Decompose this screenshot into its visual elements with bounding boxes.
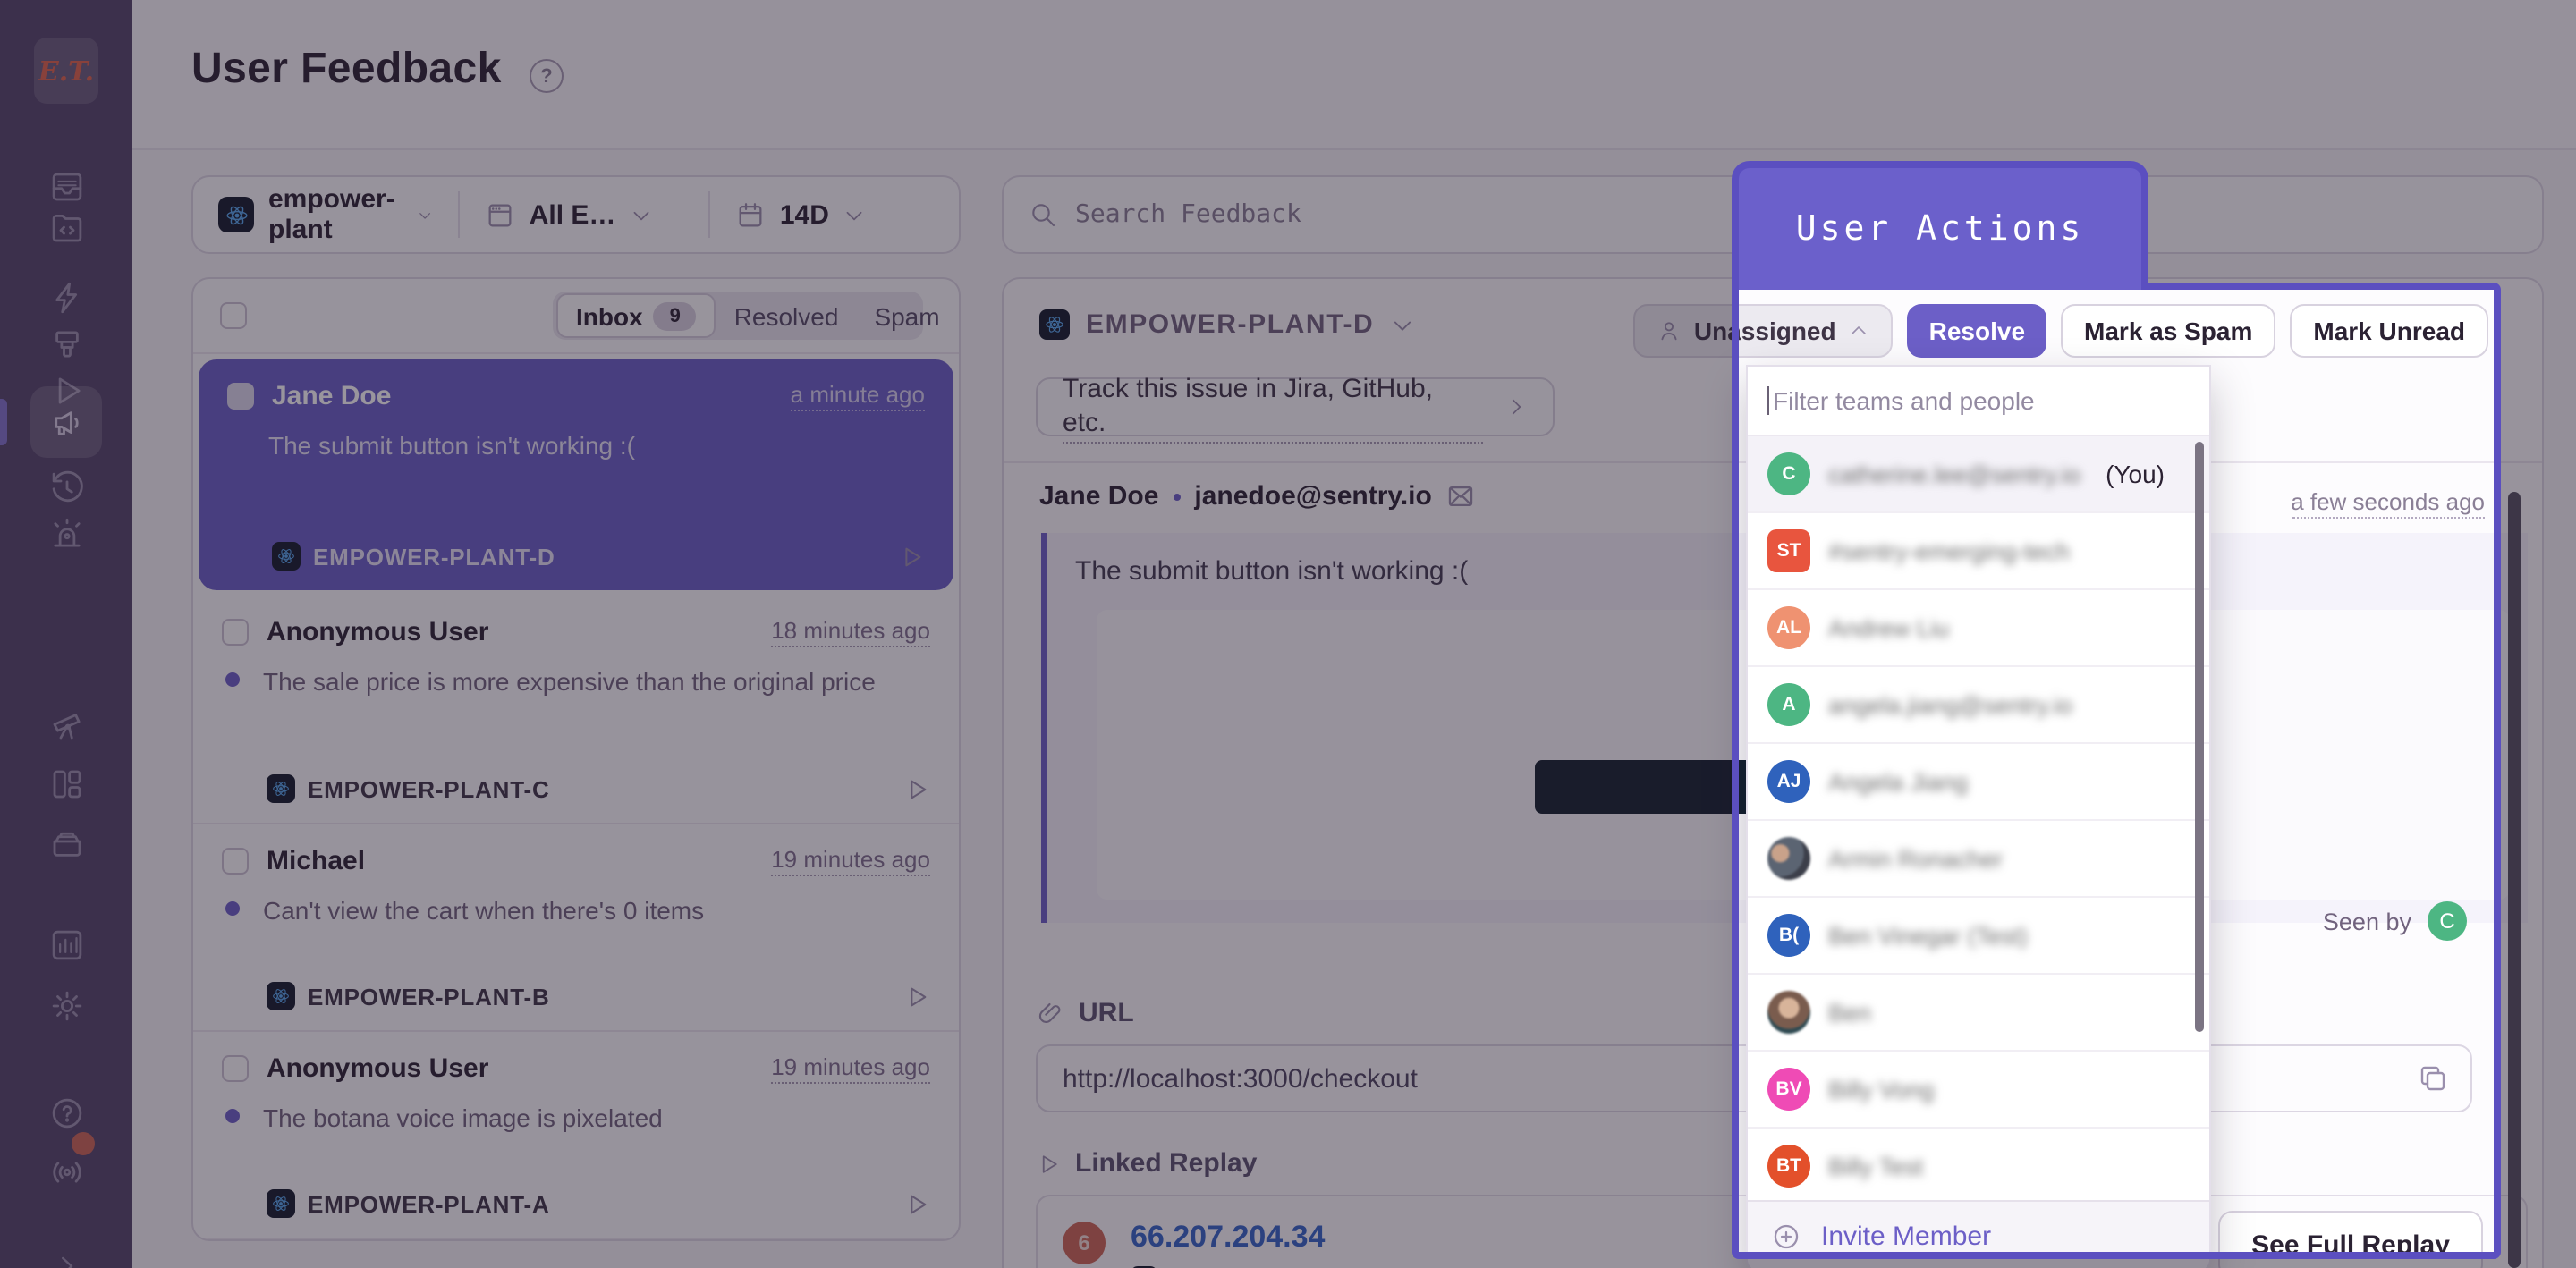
assignee-option[interactable]: AL Andrew Liu	[1748, 590, 2209, 667]
avatar: C	[1767, 452, 1810, 495]
redacted-name: Andrew Liu	[1828, 614, 1949, 641]
avatar: BV	[1767, 1068, 1810, 1111]
plus-circle-icon	[1771, 1222, 1801, 1252]
avatar: AL	[1767, 606, 1810, 649]
feedback-actions: Unassigned Resolve Mark as Spam Mark Unr…	[1633, 304, 2488, 358]
copy-url-button[interactable]	[2417, 1062, 2449, 1095]
screenshot-stage: E.T.	[0, 0, 2576, 1268]
redacted-name: Armin Ronacher	[1828, 845, 2003, 872]
assignee-filter-input[interactable]: Filter teams and people	[1748, 367, 2209, 436]
assignee-option[interactable]: Ccatherine.lee@sentry.io (You)	[1748, 436, 2209, 513]
dim-overlay	[0, 1252, 2576, 1268]
assignee-option[interactable]: ST #sentry-emerging-tech	[1748, 513, 2209, 590]
seen-by-row: Seen by C	[2323, 901, 2467, 941]
assignee-dropdown: Filter teams and people Ccatherine.lee@s…	[1746, 365, 2211, 1268]
dim-overlay	[0, 290, 1739, 1252]
user-actions-tab: User Actions	[1732, 161, 2148, 290]
avatar: ST	[1767, 529, 1810, 572]
redacted-name: Angela Jiang	[1828, 768, 1968, 795]
assignee-filter-placeholder: Filter teams and people	[1773, 386, 2035, 415]
assignee-option[interactable]: Aangela.jiang@sentry.io	[1748, 667, 2209, 744]
resolve-button[interactable]: Resolve	[1908, 304, 2046, 358]
assignee-option[interactable]: BV Billy Vong	[1748, 1052, 2209, 1129]
avatar: A	[1767, 683, 1810, 726]
copy-icon	[2417, 1062, 2449, 1095]
mark-as-spam-button[interactable]: Mark as Spam	[2061, 304, 2275, 358]
dim-overlay	[2494, 290, 2576, 1252]
chevron-up-icon	[1849, 320, 1870, 342]
assignee-options: Ccatherine.lee@sentry.io (You) ST #sentry-e…	[1748, 436, 2209, 1205]
dropdown-scrollbar[interactable]	[2195, 442, 2204, 1032]
assignee-option[interactable]: Ben	[1748, 975, 2209, 1052]
avatar-photo	[1767, 991, 1810, 1034]
avatar: B(	[1767, 914, 1810, 957]
assignee-option[interactable]: AJ Angela Jiang	[1748, 744, 2209, 821]
invite-member-label: Invite Member	[1821, 1222, 1991, 1252]
text-caret	[1767, 386, 1769, 415]
feedback-timestamp[interactable]: a few seconds ago	[2291, 488, 2485, 520]
sentry-user-feedback-page: E.T.	[0, 0, 2576, 1268]
seen-by-avatar[interactable]: C	[2428, 901, 2467, 941]
redacted-name: Billy Vong	[1828, 1076, 1935, 1103]
redacted-name: Ben	[1828, 999, 1871, 1026]
avatar: AJ	[1767, 760, 1810, 803]
assignee-option[interactable]: Armin Ronacher	[1748, 821, 2209, 898]
redacted-name: #sentry-emerging-tech	[1828, 537, 2070, 564]
redacted-name: Ben Vinegar (Test)	[1828, 922, 2028, 949]
dim-overlay	[0, 0, 2576, 290]
assignee-option[interactable]: BT Billy Test	[1748, 1129, 2209, 1205]
redacted-name: catherine.lee@sentry.io	[1828, 461, 2080, 487]
redacted-name: angela.jiang@sentry.io	[1828, 691, 2072, 718]
redacted-name: Billy Test	[1828, 1153, 1923, 1179]
avatar-photo	[1767, 837, 1810, 880]
avatar: BT	[1767, 1145, 1810, 1188]
you-suffix: (You)	[2106, 460, 2165, 488]
assignee-option[interactable]: B( Ben Vinegar (Test)	[1748, 898, 2209, 975]
mark-unread-button[interactable]: Mark Unread	[2290, 304, 2488, 358]
seen-by-label: Seen by	[2323, 908, 2411, 934]
